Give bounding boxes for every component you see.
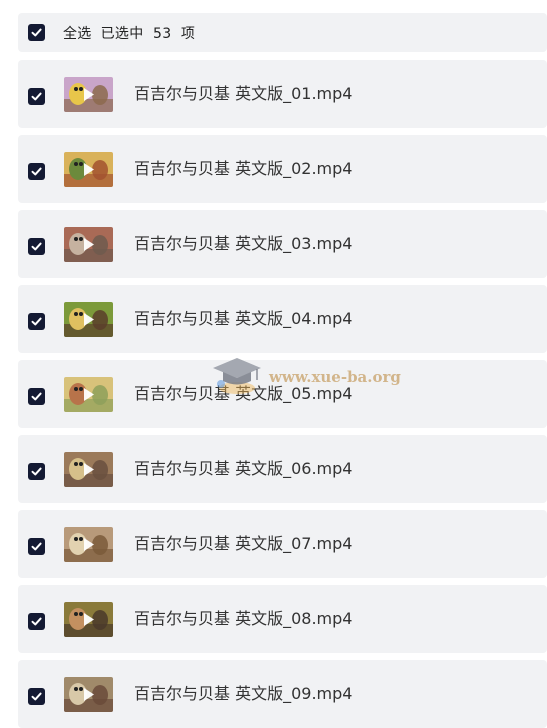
- select-all-checkbox[interactable]: [28, 24, 45, 41]
- checkmark-icon: [31, 92, 42, 101]
- video-thumbnail[interactable]: [64, 677, 113, 712]
- file-row[interactable]: 百吉尔与贝基 英文版_02.mp4: [18, 135, 547, 203]
- file-checkbox[interactable]: [28, 88, 45, 105]
- file-name[interactable]: 百吉尔与贝基 英文版_07.mp4: [134, 534, 352, 554]
- checkmark-icon: [31, 692, 42, 701]
- file-row[interactable]: 百吉尔与贝基 英文版_09.mp4: [18, 660, 547, 728]
- file-row[interactable]: 百吉尔与贝基 英文版_08.mp4: [18, 585, 547, 653]
- select-all-bar: 全选 已选中 53 项: [18, 13, 547, 52]
- checkmark-icon: [31, 28, 42, 37]
- video-thumbnail[interactable]: [64, 527, 113, 562]
- file-checkbox[interactable]: [28, 613, 45, 630]
- checkmark-icon: [31, 242, 42, 251]
- file-checkbox[interactable]: [28, 238, 45, 255]
- video-thumbnail[interactable]: [64, 77, 113, 112]
- selected-count-text: 已选中 53 项: [100, 25, 196, 42]
- file-checkbox[interactable]: [28, 688, 45, 705]
- video-thumbnail[interactable]: [64, 227, 113, 262]
- file-checkbox[interactable]: [28, 313, 45, 330]
- video-thumbnail[interactable]: [64, 452, 113, 487]
- checkmark-icon: [31, 467, 42, 476]
- file-name[interactable]: 百吉尔与贝基 英文版_06.mp4: [134, 459, 352, 479]
- file-name[interactable]: 百吉尔与贝基 英文版_01.mp4: [134, 84, 352, 104]
- file-name[interactable]: 百吉尔与贝基 英文版_08.mp4: [134, 609, 352, 629]
- select-all-label[interactable]: 全选: [63, 23, 92, 43]
- file-row[interactable]: 百吉尔与贝基 英文版_05.mp4: [18, 360, 547, 428]
- file-row[interactable]: 百吉尔与贝基 英文版_04.mp4: [18, 285, 547, 353]
- checkmark-icon: [31, 167, 42, 176]
- checkmark-icon: [31, 317, 42, 326]
- file-name[interactable]: 百吉尔与贝基 英文版_09.mp4: [134, 684, 352, 704]
- file-checkbox[interactable]: [28, 163, 45, 180]
- checkmark-icon: [31, 392, 42, 401]
- video-thumbnail[interactable]: [64, 377, 113, 412]
- file-row[interactable]: 百吉尔与贝基 英文版_07.mp4: [18, 510, 547, 578]
- checkmark-icon: [31, 617, 42, 626]
- file-name[interactable]: 百吉尔与贝基 英文版_02.mp4: [134, 159, 352, 179]
- file-checkbox[interactable]: [28, 388, 45, 405]
- file-row[interactable]: 百吉尔与贝基 英文版_01.mp4: [18, 60, 547, 128]
- video-thumbnail[interactable]: [64, 152, 113, 187]
- file-name[interactable]: 百吉尔与贝基 英文版_03.mp4: [134, 234, 352, 254]
- file-checkbox[interactable]: [28, 538, 45, 555]
- file-checkbox[interactable]: [28, 463, 45, 480]
- file-row[interactable]: 百吉尔与贝基 英文版_06.mp4: [18, 435, 547, 503]
- video-thumbnail[interactable]: [64, 602, 113, 637]
- video-thumbnail[interactable]: [64, 302, 113, 337]
- file-row[interactable]: 百吉尔与贝基 英文版_03.mp4: [18, 210, 547, 278]
- file-name[interactable]: 百吉尔与贝基 英文版_04.mp4: [134, 309, 352, 329]
- checkmark-icon: [31, 542, 42, 551]
- file-name[interactable]: 百吉尔与贝基 英文版_05.mp4: [134, 384, 352, 404]
